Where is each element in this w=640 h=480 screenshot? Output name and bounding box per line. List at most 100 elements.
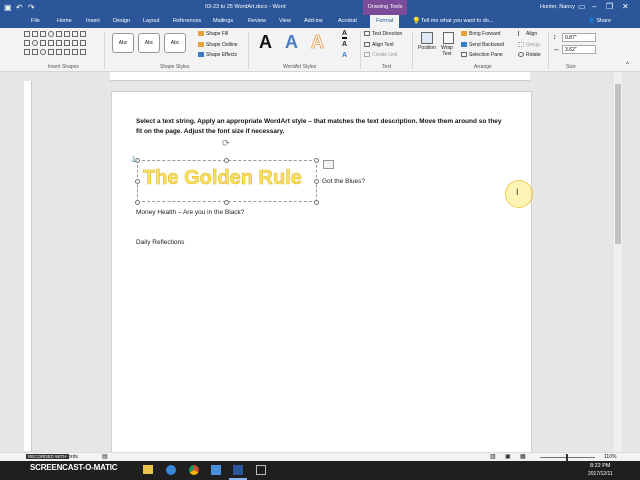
shape-icon[interactable] xyxy=(72,40,78,46)
send-backward-button[interactable]: Send Backward xyxy=(461,42,504,48)
shape-outline-button[interactable]: Shape Outline xyxy=(198,42,238,48)
text-fill-icon[interactable]: A xyxy=(342,30,348,39)
user-name[interactable]: Hunter, Nancy xyxy=(540,4,575,10)
layout-options-icon[interactable] xyxy=(323,160,334,169)
resize-handle[interactable] xyxy=(314,200,319,205)
tab-addins[interactable]: Add-ins xyxy=(304,18,323,24)
chrome-icon[interactable] xyxy=(189,465,199,475)
shape-icon[interactable] xyxy=(72,31,78,37)
wordart-textbox[interactable]: The Golden Rule xyxy=(137,160,317,202)
read-mode-icon[interactable]: ▥ xyxy=(490,453,496,460)
shape-icon[interactable] xyxy=(64,40,70,46)
wordart-style-black[interactable]: A xyxy=(259,32,272,53)
tab-insert[interactable]: Insert xyxy=(86,18,100,24)
shape-icon[interactable] xyxy=(64,49,70,55)
document-page[interactable]: Select a text string. Apply an appropria… xyxy=(111,91,532,453)
tab-layout[interactable]: Layout xyxy=(143,18,160,24)
rotate-handle-icon[interactable]: ⟳ xyxy=(222,138,230,149)
align-text-button[interactable]: Align Text xyxy=(364,42,394,48)
file-explorer-icon[interactable] xyxy=(143,465,153,474)
tab-acrobat[interactable]: Acrobat xyxy=(338,18,357,24)
edge-icon[interactable] xyxy=(166,465,176,475)
shape-effects-button[interactable]: Shape Effects xyxy=(198,52,237,58)
shape-style-3[interactable]: Abc xyxy=(164,33,186,53)
tell-me-input[interactable]: Tell me what you want to do... xyxy=(421,18,493,24)
rectangle-shape-icon[interactable] xyxy=(24,31,30,37)
align-button[interactable]: Align xyxy=(518,31,537,37)
shape-icon[interactable] xyxy=(56,40,62,46)
scrollbar-thumb[interactable] xyxy=(615,84,621,244)
bring-forward-button[interactable]: Bring Forward xyxy=(461,31,500,37)
text-direction-button[interactable]: Text Direction xyxy=(364,31,402,37)
shape-icon[interactable] xyxy=(48,40,54,46)
shape-icon[interactable] xyxy=(32,40,38,46)
horizontal-ruler[interactable] xyxy=(110,72,530,81)
wrap-text-button[interactable]: Wrap Text xyxy=(440,32,456,57)
print-layout-icon[interactable]: ▣ xyxy=(505,453,511,460)
web-layout-icon[interactable]: ▦ xyxy=(520,453,526,460)
tab-home[interactable]: Home xyxy=(57,18,72,24)
shape-icon[interactable] xyxy=(48,31,54,37)
ribbon-display-icon[interactable]: ▭ xyxy=(578,2,586,11)
shape-icon[interactable] xyxy=(32,49,38,55)
create-link-button[interactable]: Create Link xyxy=(364,52,398,58)
tab-design[interactable]: Design xyxy=(113,18,130,24)
shape-style-2[interactable]: Abc xyxy=(138,33,160,53)
shape-icon[interactable] xyxy=(56,31,62,37)
height-input[interactable] xyxy=(562,33,596,42)
photos-icon[interactable] xyxy=(211,465,221,475)
resize-handle[interactable] xyxy=(135,200,140,205)
collapse-ribbon-icon[interactable]: ^ xyxy=(626,62,629,68)
clock-date[interactable]: 2017/12/11 xyxy=(588,471,613,477)
shape-icon[interactable] xyxy=(40,49,46,55)
zoom-level[interactable]: 110% xyxy=(604,454,616,460)
restore-icon[interactable]: ❐ xyxy=(606,2,613,11)
text-effects-icon[interactable]: A xyxy=(342,52,347,59)
selection-pane-button[interactable]: Selection Pane xyxy=(461,52,503,58)
resize-handle[interactable] xyxy=(135,179,140,184)
shape-icon[interactable] xyxy=(40,31,46,37)
resize-handle[interactable] xyxy=(314,179,319,184)
redo-icon[interactable]: ↷ xyxy=(28,3,35,12)
proofing-icon[interactable]: ▤ xyxy=(102,453,108,460)
wordart-style-orange[interactable]: A xyxy=(311,32,325,53)
wordart-text[interactable]: The Golden Rule xyxy=(143,167,303,190)
tab-references[interactable]: References xyxy=(173,18,201,24)
tab-view[interactable]: View xyxy=(279,18,291,24)
shape-icon[interactable] xyxy=(80,40,86,46)
text-line-money[interactable]: Money Health – Are you in the Black? xyxy=(136,209,244,216)
share-button[interactable]: 👤 Share xyxy=(588,18,611,24)
text-line-blues[interactable]: Got the Blues? xyxy=(322,178,365,185)
resize-handle[interactable] xyxy=(314,158,319,163)
tab-file[interactable]: File xyxy=(31,18,40,24)
minimize-icon[interactable]: – xyxy=(592,2,596,11)
shape-icon[interactable] xyxy=(40,40,46,46)
tab-review[interactable]: Review xyxy=(248,18,266,24)
undo-icon[interactable]: ↶ xyxy=(16,3,23,12)
rotate-button[interactable]: Rotate xyxy=(518,52,541,58)
resize-handle[interactable] xyxy=(224,200,229,205)
tab-format[interactable]: Format xyxy=(370,15,400,28)
close-icon[interactable]: ✕ xyxy=(622,2,629,11)
shape-icon[interactable] xyxy=(32,31,38,37)
clock-time[interactable]: 8:22 PM xyxy=(590,463,610,469)
width-input[interactable] xyxy=(562,45,596,54)
tab-mailings[interactable]: Mailings xyxy=(213,18,233,24)
position-button[interactable]: Position xyxy=(416,32,438,51)
text-line-reflections[interactable]: Daily Reflections xyxy=(136,239,184,246)
instructions-text[interactable]: Select a text string. Apply an appropria… xyxy=(136,117,506,137)
shape-icon[interactable] xyxy=(48,49,54,55)
zoom-slider-thumb[interactable] xyxy=(566,454,568,461)
shape-icon[interactable] xyxy=(24,40,30,46)
shape-fill-button[interactable]: Shape Fill xyxy=(198,31,228,37)
group-button[interactable]: Group xyxy=(518,42,540,48)
shapes-gallery[interactable] xyxy=(24,31,86,57)
vertical-scrollbar[interactable] xyxy=(614,72,622,452)
word-icon[interactable] xyxy=(233,465,243,475)
resize-handle[interactable] xyxy=(224,158,229,163)
shape-icon[interactable] xyxy=(80,31,86,37)
shape-icon[interactable] xyxy=(24,49,30,55)
shape-icon[interactable] xyxy=(64,31,70,37)
task-view-icon[interactable] xyxy=(256,465,266,475)
shape-icon[interactable] xyxy=(80,49,86,55)
